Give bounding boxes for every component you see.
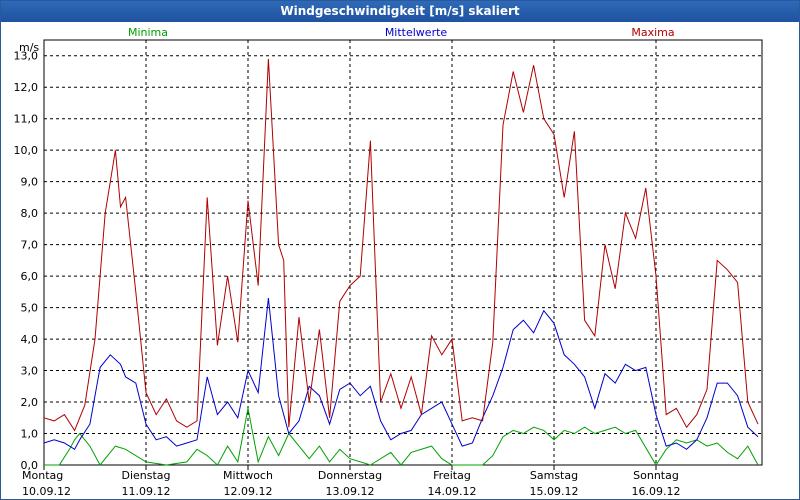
y-tick-label: 5,0	[21, 302, 39, 315]
y-tick-label: 2,0	[21, 396, 39, 409]
legend-entry-mittelwerte: Mittelwerte	[385, 26, 448, 39]
y-unit-label: m/s	[19, 41, 39, 54]
x-tick-day: Montag	[22, 469, 63, 482]
legend: Minima Mittelwerte Maxima	[128, 26, 675, 39]
chart-window: Windgeschwindigkeit [m/s] skaliert 0,0 1,…	[0, 0, 800, 500]
x-tick-date: 12.09.12	[224, 485, 273, 498]
x-tick-date: 11.09.12	[122, 485, 171, 498]
legend-entry-maxima: Maxima	[631, 26, 674, 39]
x-axis: Montag 10.09.12 Dienstag 11.09.12 Mittwoch 12…	[22, 465, 680, 498]
x-tick-day: Donnerstag	[318, 469, 382, 482]
y-tick-label: 10,0	[14, 144, 39, 157]
y-tick-label: 12,0	[14, 81, 39, 94]
y-tick-label: 8,0	[21, 207, 39, 220]
legend-entry-minima: Minima	[128, 26, 168, 39]
x-tick-day: Samstag	[530, 469, 578, 482]
x-tick-day: Sonntag	[633, 469, 679, 482]
y-tick-label: 1,0	[21, 428, 39, 441]
y-tick-label: 3,0	[21, 365, 39, 378]
window-title: Windgeschwindigkeit [m/s] skaliert	[1, 1, 799, 22]
wind-speed-chart: 0,01,02,03,04,05,06,07,08,09,010,011,012…	[14, 26, 763, 498]
x-tick-date: 10.09.12	[22, 485, 71, 498]
x-tick-date: 16.09.12	[632, 485, 681, 498]
y-tick-label: 7,0	[21, 239, 39, 252]
y-axis: 0,01,02,03,04,05,06,07,08,09,010,011,012…	[14, 50, 39, 472]
y-tick-label: 9,0	[21, 176, 39, 189]
x-tick-day: Mittwoch	[223, 469, 273, 482]
y-tick-label: 4,0	[21, 333, 39, 346]
x-tick-day: Freitag	[433, 469, 471, 482]
y-tick-label: 6,0	[21, 270, 39, 283]
y-tick-label: 11,0	[14, 113, 39, 126]
x-tick-day: Dienstag	[121, 469, 170, 482]
x-tick-date: 13.09.12	[326, 485, 375, 498]
x-tick-date: 15.09.12	[530, 485, 579, 498]
x-tick-date: 14.09.12	[428, 485, 477, 498]
